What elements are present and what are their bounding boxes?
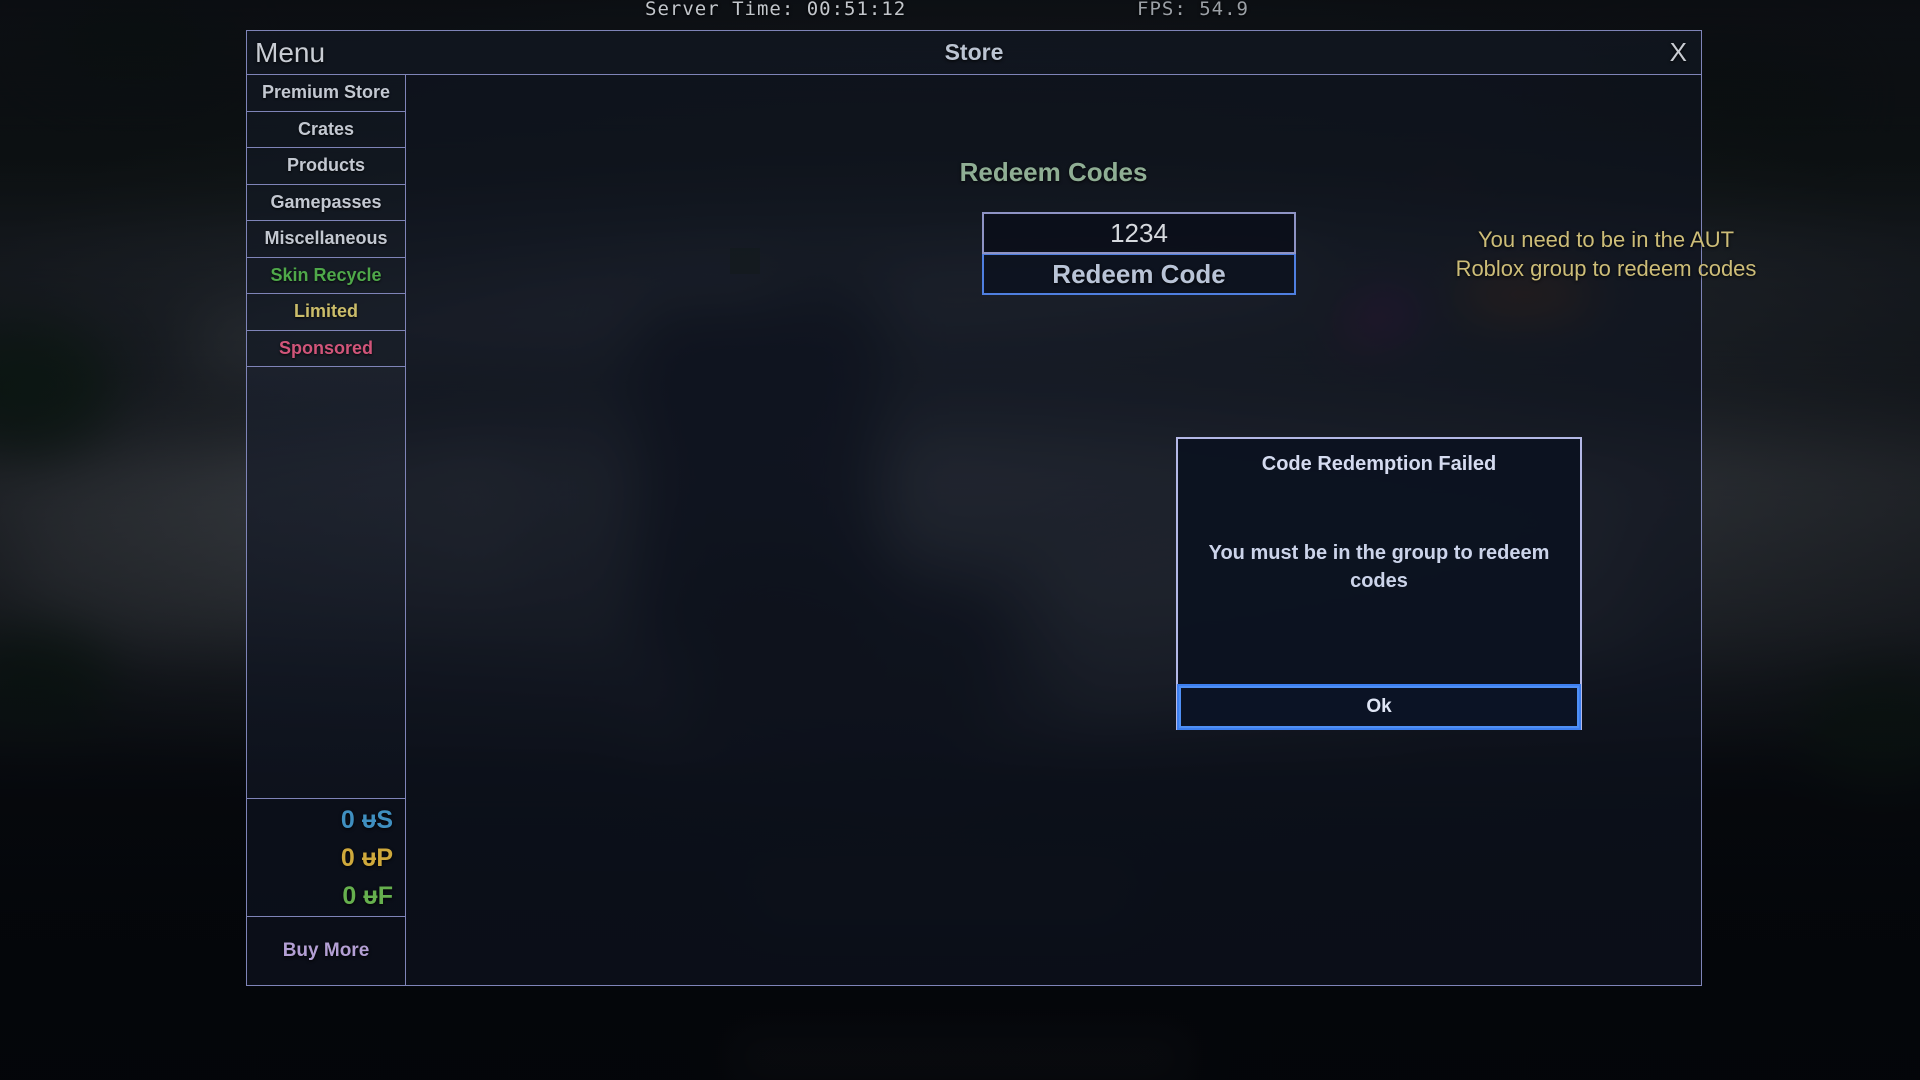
currency-row-s: 0 ᵾS	[340, 805, 393, 834]
redeem-code-button[interactable]: Redeem Code	[982, 253, 1296, 295]
store-content-pane: Redeem Codes Redeem Code You need to be …	[406, 75, 1756, 985]
currency-panel: 0 ᵾS 0 ᵾP 0 ᵾF	[247, 799, 406, 917]
redeem-form: Redeem Code	[982, 212, 1296, 295]
buy-more-container: Buy More	[247, 917, 406, 985]
store-body: Premium Store Crates Products Gamepasses…	[247, 75, 1756, 985]
group-requirement-note: You need to be in the AUT Roblox group t…	[1455, 227, 1757, 281]
server-time-label: Server Time: 00:51:12	[645, 0, 907, 20]
dialog-ok-button[interactable]: Ok	[1177, 684, 1581, 730]
code-redemption-failed-dialog: Code Redemption Failed You must be in th…	[1176, 437, 1582, 730]
page-title: Store	[944, 39, 1004, 65]
redeem-codes-heading: Redeem Codes	[959, 157, 1148, 187]
dialog-title: Code Redemption Failed	[1261, 453, 1497, 475]
store-titlebar: Menu Store X	[247, 31, 1701, 75]
sidebar-item-crates[interactable]: Crates	[247, 111, 405, 148]
sidebar-item-skin-recycle[interactable]: Skin Recycle	[247, 257, 405, 294]
sidebar-nav: Premium Store Crates Products Gamepasses…	[247, 75, 406, 367]
buy-more-button[interactable]: Buy More	[283, 940, 370, 962]
sidebar-item-limited[interactable]: Limited	[247, 294, 405, 331]
sidebar-item-premium-store[interactable]: Premium Store	[247, 75, 405, 112]
code-input[interactable]	[982, 212, 1296, 254]
sidebar-item-miscellaneous[interactable]: Miscellaneous	[247, 221, 405, 258]
store-window: Menu Store X Premium Store Crates Produc…	[246, 30, 1756, 986]
sidebar-item-products[interactable]: Products	[247, 148, 405, 185]
currency-row-f: 0 ᵾF	[342, 881, 393, 910]
sidebar-empty-area	[247, 367, 406, 799]
currency-row-p: 0 ᵾP	[340, 843, 393, 872]
close-icon[interactable]: X	[1670, 31, 1687, 74]
fps-label: FPS: 54.9	[1137, 0, 1249, 20]
sidebar: Premium Store Crates Products Gamepasses…	[247, 75, 406, 985]
hud: Server Time: 00:51:12 FPS: 54.9	[0, 0, 1920, 26]
sidebar-item-gamepasses[interactable]: Gamepasses	[247, 184, 405, 221]
dialog-message: You must be in the group to redeem codes	[1208, 542, 1550, 592]
sidebar-item-sponsored[interactable]: Sponsored	[247, 330, 405, 367]
